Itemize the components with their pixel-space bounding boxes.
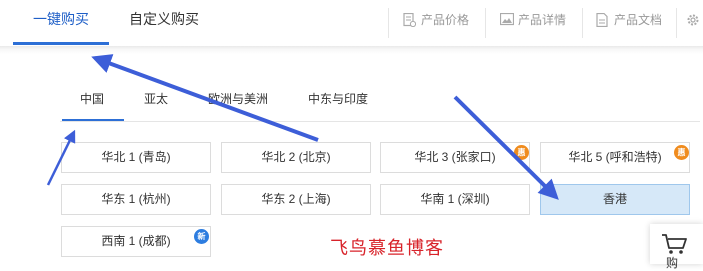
product-detail-label: 产品详情	[518, 13, 567, 27]
annotation-arrow	[91, 54, 319, 142]
region-active-underline	[62, 119, 124, 121]
top-tab-bar: 一键购买 自定义购买 产品价格 产品详情 产品文档	[0, 0, 703, 46]
region-tab-asia-pacific[interactable]: 亚太	[144, 90, 168, 107]
price-doc-icon	[403, 13, 416, 27]
tab-one-click-buy[interactable]: 一键购买	[33, 0, 89, 46]
region-tab-china[interactable]: 中国	[80, 90, 104, 107]
cart-button[interactable]: 购	[650, 224, 703, 270]
cart-icon	[662, 234, 687, 254]
detail-image-icon	[500, 13, 514, 26]
zone-button[interactable]: 西南 1 (成都)	[61, 226, 211, 257]
discount-badge: 惠	[674, 145, 689, 160]
zone-button[interactable]: 华东 1 (杭州)	[61, 184, 211, 215]
zone-button[interactable]: 华北 2 (北京)	[221, 142, 371, 173]
zone-button-selected[interactable]: 香港	[540, 184, 690, 215]
toolbar-divider	[485, 8, 486, 38]
product-doc-link[interactable]: 产品文档	[596, 11, 676, 29]
product-price-link[interactable]: 产品价格	[403, 11, 483, 29]
toolbar-divider	[676, 8, 677, 38]
zone-button[interactable]: 华北 5 (呼和浩特)	[540, 142, 690, 173]
tab-custom-buy[interactable]: 自定义购买	[129, 0, 199, 46]
region-tab-europe-americas[interactable]: 欧洲与美洲	[208, 90, 268, 107]
region-tab-divider	[60, 121, 700, 122]
toolbar-divider	[388, 8, 389, 38]
active-tab-underline	[13, 42, 109, 45]
product-detail-link[interactable]: 产品详情	[500, 11, 580, 29]
new-badge: 新	[194, 229, 209, 244]
settings-button[interactable]	[686, 11, 703, 29]
gear-icon	[687, 14, 699, 26]
zone-button[interactable]: 华北 1 (青岛)	[61, 142, 211, 173]
zone-button[interactable]: 华北 3 (张家口)	[380, 142, 530, 173]
toolbar-divider	[582, 8, 583, 38]
product-doc-label: 产品文档	[614, 13, 663, 27]
topbar-shadow	[0, 46, 703, 54]
discount-badge: 惠	[514, 145, 529, 160]
region-tab-middle-east-india[interactable]: 中东与印度	[308, 90, 368, 107]
cart-label: 购	[666, 256, 679, 270]
blog-watermark: 飞鸟慕鱼博客	[330, 238, 444, 259]
zone-button[interactable]: 华南 1 (深圳)	[380, 184, 530, 215]
zone-button[interactable]: 华东 2 (上海)	[221, 184, 371, 215]
product-price-label: 产品价格	[421, 13, 470, 27]
document-icon	[596, 13, 608, 27]
